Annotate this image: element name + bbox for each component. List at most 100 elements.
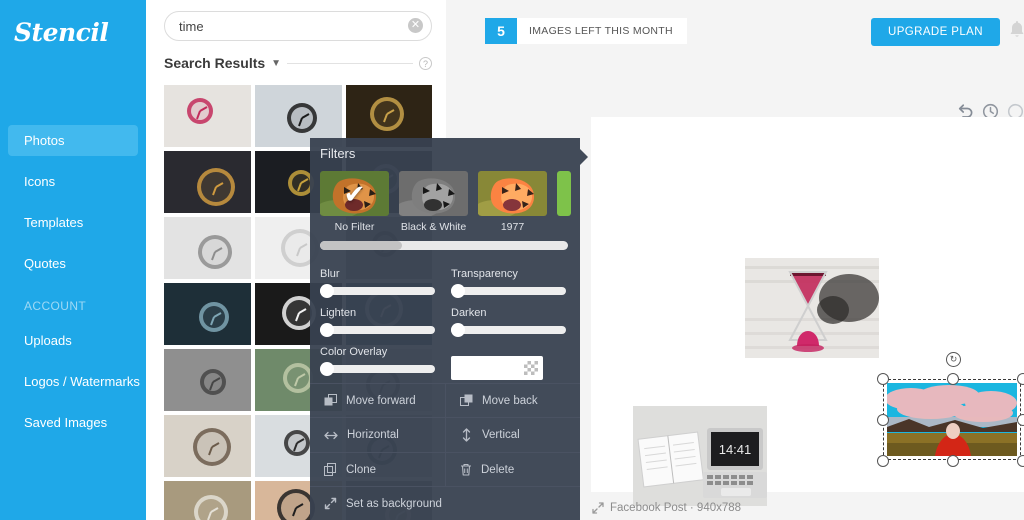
hourglass-image[interactable] xyxy=(745,258,879,358)
slider-track[interactable] xyxy=(320,362,435,376)
filter-preset-next-partial[interactable] xyxy=(557,171,571,233)
filter-strip-scrollbar-thumb[interactable] xyxy=(320,241,402,250)
divider xyxy=(287,62,413,64)
photo-thumbnail[interactable] xyxy=(164,85,251,147)
resize-handle-s[interactable] xyxy=(947,455,959,467)
trash-icon xyxy=(461,463,471,476)
sidebar-item-uploads[interactable]: Uploads xyxy=(8,325,138,356)
action-label: Move forward xyxy=(346,394,416,407)
slider-knob[interactable] xyxy=(451,284,465,298)
app-logo[interactable]: Stencil xyxy=(0,0,146,47)
filter-thumbnail[interactable] xyxy=(478,171,547,216)
slider-knob[interactable] xyxy=(320,323,334,337)
action-move-back[interactable]: Move back xyxy=(445,384,580,417)
slider-knob[interactable] xyxy=(320,362,334,376)
sidebar-item-photos[interactable]: Photos xyxy=(8,125,138,156)
landscape-image[interactable] xyxy=(887,383,1017,456)
photo-thumbnail[interactable] xyxy=(164,481,251,520)
resize-handle-e[interactable] xyxy=(1017,414,1024,426)
help-icon[interactable]: ? xyxy=(419,56,432,70)
selected-check-icon: ✔ xyxy=(343,178,366,209)
sidebar-item-icons[interactable]: Icons xyxy=(8,166,138,197)
expand-icon[interactable] xyxy=(592,502,604,514)
photo-thumbnail[interactable] xyxy=(164,283,251,345)
chevron-down-icon[interactable]: ▼ xyxy=(271,58,281,69)
sidebar-item-saved-images[interactable]: Saved Images xyxy=(8,407,138,438)
slider-knob[interactable] xyxy=(320,284,334,298)
transparency-checker-icon xyxy=(524,361,538,375)
action-row: Set as background xyxy=(310,486,580,520)
design-canvas[interactable]: 14:41 ↻ xyxy=(591,117,1024,506)
action-delete[interactable]: Delete xyxy=(445,453,580,486)
slider-color-overlay: Color Overlay xyxy=(320,346,435,380)
filter-preset-black-white[interactable]: Black & White xyxy=(399,171,468,233)
filter-preset-1977[interactable]: 1977 xyxy=(478,171,547,233)
filter-thumbnail[interactable] xyxy=(557,171,571,216)
upgrade-plan-button[interactable]: UPGRADE PLAN xyxy=(871,18,1000,46)
top-bar: 5 IMAGES LEFT THIS MONTH UPGRADE PLAN xyxy=(446,0,1024,62)
slider-track[interactable] xyxy=(320,323,435,337)
move-forward-icon xyxy=(324,394,337,406)
slider-darken: Darken xyxy=(451,307,566,337)
slider-label: Transparency xyxy=(451,268,518,280)
photo-thumbnail[interactable] xyxy=(164,151,251,213)
photo-thumbnail[interactable] xyxy=(164,349,251,411)
search-results-label: Search Results xyxy=(164,55,266,71)
slider-label: Blur xyxy=(320,268,340,280)
rotate-icon[interactable]: ↻ xyxy=(946,352,961,367)
sidebar-nav: Photos Icons Templates Quotes ACCOUNT Up… xyxy=(0,125,146,438)
filter-thumbnail[interactable]: ✔ xyxy=(320,171,389,216)
resize-handle-n[interactable] xyxy=(947,373,959,385)
action-row: Clone Delete xyxy=(310,452,580,486)
sidebar-item-templates[interactable]: Templates xyxy=(8,207,138,238)
slider-track[interactable] xyxy=(451,323,566,337)
stencil-app: Stencil Photos Icons Templates Quotes AC… xyxy=(0,0,1024,520)
resize-handle-ne[interactable] xyxy=(1017,373,1024,385)
slider-track[interactable] xyxy=(320,284,435,298)
filter-preset-no-filter[interactable]: ✔ No Filter xyxy=(320,171,389,233)
action-label: Delete xyxy=(481,463,515,476)
quota-label: IMAGES LEFT THIS MONTH xyxy=(529,25,673,37)
action-label: Move back xyxy=(482,394,538,407)
action-move-forward[interactable]: Move forward xyxy=(310,384,445,417)
slider-knob[interactable] xyxy=(451,323,465,337)
filters-panel: Filters ✔ No Filter Black & White 1977 B… xyxy=(310,138,588,520)
action-label: Set as background xyxy=(346,497,442,510)
notebook-laptop-image[interactable]: 14:41 xyxy=(633,406,767,506)
resize-handle-nw[interactable] xyxy=(877,373,889,385)
action-flip-horizontal[interactable]: Horizontal xyxy=(310,418,445,452)
search-field-wrap: ✕ xyxy=(164,11,432,41)
svg-text:14:41: 14:41 xyxy=(719,442,752,457)
canvas-size-label: Facebook Post · 940x788 xyxy=(610,502,742,514)
action-label: Clone xyxy=(346,463,377,476)
slider-label: Darken xyxy=(451,307,487,319)
filter-thumbnail[interactable] xyxy=(399,171,468,216)
action-label: Vertical xyxy=(482,429,520,441)
slider-track[interactable] xyxy=(451,284,566,298)
sidebar: Stencil Photos Icons Templates Quotes AC… xyxy=(0,0,146,520)
resize-handle-sw[interactable] xyxy=(877,455,889,467)
photo-thumbnail[interactable] xyxy=(164,415,251,477)
filter-strip-scrollbar[interactable] xyxy=(320,241,568,250)
slider-transparency: Transparency xyxy=(451,268,566,298)
filter-preset-label: 1977 xyxy=(500,221,525,233)
move-back-icon xyxy=(460,394,473,406)
flip-horizontal-icon xyxy=(324,431,338,439)
sidebar-item-quotes[interactable]: Quotes xyxy=(8,248,138,279)
sidebar-section-account: ACCOUNT xyxy=(24,299,87,313)
adjustment-sliders: Blur Transparency Lighten Darken Color O… xyxy=(310,250,580,380)
photo-thumbnail[interactable] xyxy=(164,217,251,279)
action-clone[interactable]: Clone xyxy=(310,453,445,486)
resize-handle-w[interactable] xyxy=(877,414,889,426)
search-results-header: Search Results ▼ ? xyxy=(164,55,432,71)
clear-icon[interactable]: ✕ xyxy=(408,18,423,33)
sidebar-item-logos-watermarks[interactable]: Logos / Watermarks xyxy=(8,366,140,397)
notification-bell-icon[interactable] xyxy=(1009,20,1024,40)
color-overlay-swatch[interactable] xyxy=(451,356,543,380)
action-set-as-background[interactable]: Set as background xyxy=(310,487,580,520)
action-row: Horizontal Vertical xyxy=(310,417,580,452)
filter-presets-strip: ✔ No Filter Black & White 1977 xyxy=(310,161,580,233)
search-input[interactable] xyxy=(164,11,432,41)
action-flip-vertical[interactable]: Vertical xyxy=(445,418,580,452)
resize-handle-se[interactable] xyxy=(1017,455,1024,467)
